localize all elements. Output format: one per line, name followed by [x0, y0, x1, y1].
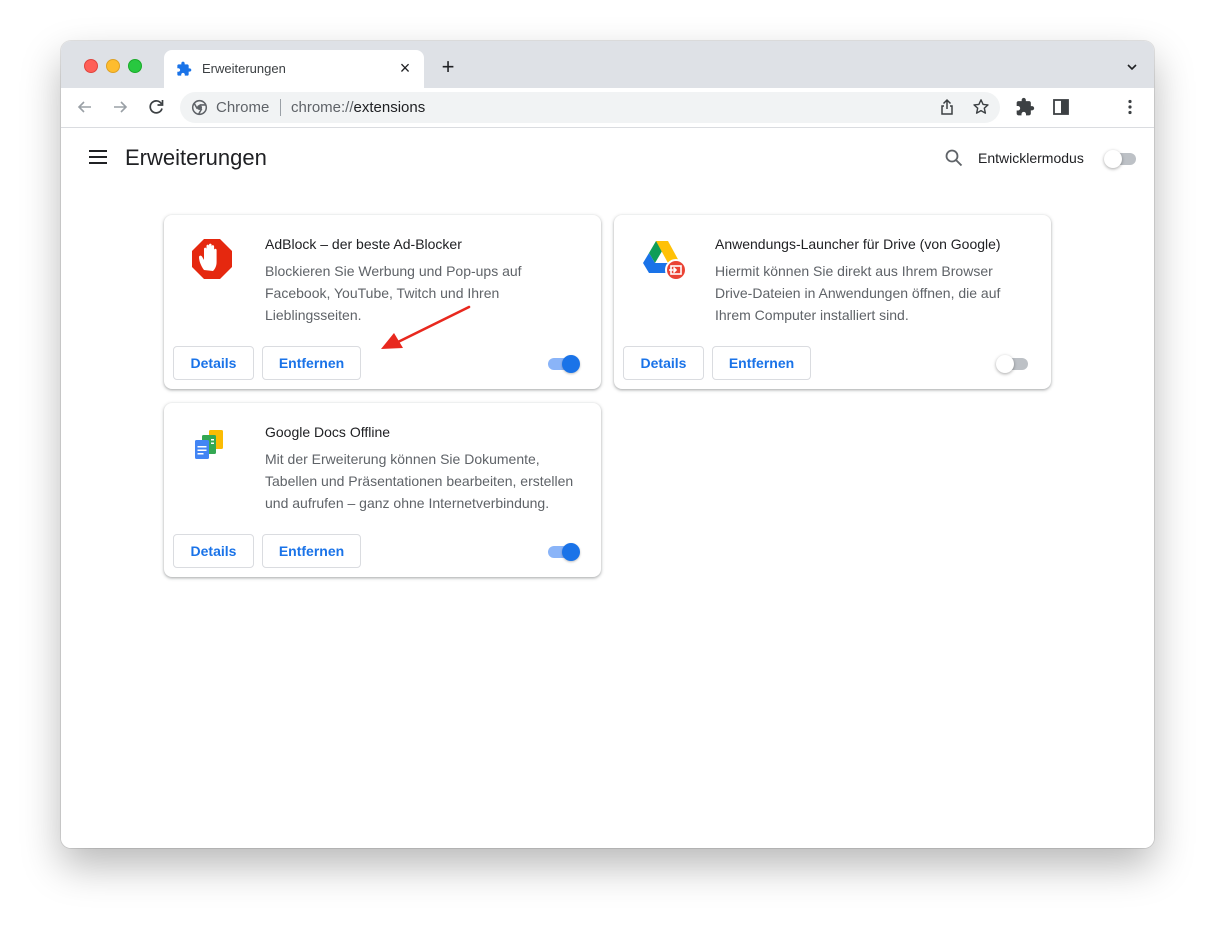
more-vertical-icon[interactable] — [1120, 97, 1140, 117]
extension-enable-toggle[interactable] — [996, 355, 1030, 373]
bookmark-star-icon[interactable] — [972, 98, 990, 116]
developer-mode-toggle[interactable] — [1104, 150, 1138, 168]
back-arrow-icon[interactable] — [75, 97, 95, 117]
chrome-logo-icon — [191, 99, 208, 116]
omnibox-chrome-label: Chrome — [216, 99, 270, 116]
extension-enable-toggle[interactable] — [546, 543, 580, 561]
new-tab-button[interactable]: + — [438, 56, 458, 78]
remove-button[interactable]: Entfernen — [712, 346, 811, 380]
search-icon[interactable] — [944, 148, 964, 168]
toggle-knob — [562, 355, 580, 373]
details-button[interactable]: Details — [173, 534, 254, 568]
google-drive-launcher-icon — [643, 241, 686, 281]
url-scheme: chrome:// — [291, 99, 354, 116]
extension-description: Hiermit können Sie direkt aus Ihrem Brow… — [715, 263, 1001, 323]
address-bar[interactable]: Chrome chrome://extensions — [180, 92, 1000, 123]
tab-close-icon[interactable]: × — [396, 59, 414, 77]
details-button[interactable]: Details — [173, 346, 254, 380]
extension-card-drive-launcher: Anwendungs-Launcher für Drive (von Googl… — [614, 215, 1051, 389]
extension-name: AdBlock – der beste Ad-Blocker — [265, 236, 462, 252]
developer-mode-label: Entwicklermodus — [978, 150, 1084, 166]
side-panel-icon[interactable] — [1051, 97, 1071, 117]
extension-description: Mit der Erweiterung können Sie Dokumente… — [265, 451, 574, 511]
details-button[interactable]: Details — [623, 346, 704, 380]
tab-extensions[interactable]: Erweiterungen × — [164, 50, 424, 88]
toggle-knob — [996, 355, 1014, 373]
extensions-puzzle-icon[interactable] — [1015, 97, 1035, 117]
forward-arrow-icon[interactable] — [110, 97, 130, 117]
browser-window: Erweiterungen × + Chrome chrome://extens… — [61, 41, 1154, 848]
omnibox-separator — [280, 99, 281, 116]
remove-button[interactable]: Entfernen — [262, 534, 361, 568]
toggle-knob — [1104, 150, 1122, 168]
browser-toolbar: Chrome chrome://extensions — [61, 88, 1154, 128]
annotation-arrow-icon — [381, 305, 471, 349]
puzzle-icon — [177, 61, 192, 76]
google-docs-offline-icon — [195, 430, 223, 459]
omnibox-url: chrome://extensions — [291, 99, 425, 116]
url-path: extensions — [353, 99, 426, 116]
tab-strip: Erweiterungen × + — [61, 41, 1154, 88]
extension-card-docs-offline: Google Docs Offline Mit der Erweiterung … — [164, 403, 601, 577]
minimize-window-button[interactable] — [106, 59, 120, 73]
extension-enable-toggle[interactable] — [546, 355, 580, 373]
remove-button[interactable]: Entfernen — [262, 346, 361, 380]
zoom-window-button[interactable] — [128, 59, 142, 73]
reload-icon[interactable] — [146, 97, 166, 117]
menu-icon[interactable] — [89, 150, 107, 164]
share-icon[interactable] — [938, 98, 956, 116]
tab-search-chevron-icon[interactable] — [1126, 61, 1138, 73]
adblock-hand-icon — [192, 239, 232, 279]
toggle-knob — [562, 543, 580, 561]
page-title: Erweiterungen — [125, 145, 267, 170]
close-window-button[interactable] — [84, 59, 98, 73]
extensions-page: Erweiterungen Entwicklermodus AdBlock – … — [61, 128, 1154, 848]
extension-name: Google Docs Offline — [265, 424, 391, 440]
tab-title: Erweiterungen — [202, 61, 286, 76]
extension-name: Anwendungs-Launcher für Drive (von Googl… — [715, 236, 1001, 252]
